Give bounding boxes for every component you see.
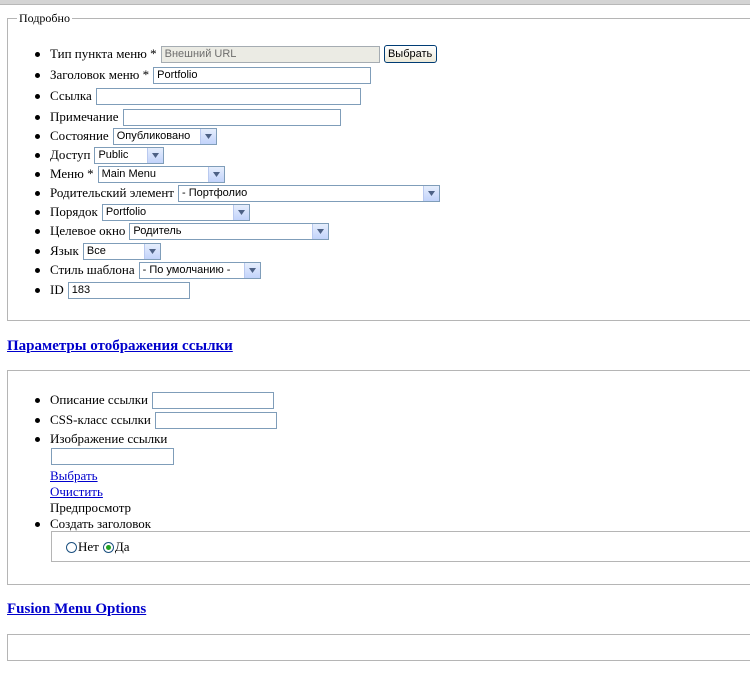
link-description-row: Описание ссылки (35, 391, 274, 409)
menu-select[interactable]: Main Menu (97, 165, 225, 183)
radio-options: Нет Да (66, 539, 129, 555)
top-edge (0, 0, 750, 5)
bullet (35, 436, 40, 442)
bullet (35, 209, 40, 215)
id-row: ID 183 (35, 281, 190, 299)
order-select-value: Portfolio (105, 206, 147, 218)
link-options-heading[interactable]: Параметры отображения ссылки (7, 338, 233, 355)
id-label: ID (50, 282, 64, 297)
target-label: Целевое окно (50, 223, 126, 238)
preview-label: Предпросмотр (50, 500, 132, 515)
bullet (35, 171, 40, 177)
language-label: Язык (50, 243, 79, 258)
link-description-input[interactable] (151, 391, 274, 409)
menu-item-type-row: Тип пункта меню * Внешний URL Выбрать (35, 45, 437, 63)
menu-title-input[interactable]: Portfolio (153, 66, 372, 84)
access-select[interactable]: Public (94, 146, 165, 164)
radio-no-label: Нет (78, 539, 99, 554)
link-css-row: CSS-класс ссылки (35, 411, 277, 429)
bullet (35, 72, 40, 78)
chevron-down-icon (312, 223, 329, 239)
radio-yes[interactable] (102, 541, 114, 553)
bullet (35, 114, 40, 120)
language-select[interactable]: Все (82, 242, 161, 260)
language-row: Язык Все (35, 242, 161, 260)
bullet (35, 51, 40, 57)
access-row: Доступ Public (35, 146, 165, 164)
bullet (35, 397, 40, 403)
target-row: Целевое окно Родитель (35, 222, 330, 240)
template-style-select-value: - По умолчанию - (142, 264, 231, 276)
link-description-label: Описание ссылки (50, 392, 148, 407)
note-input[interactable] (122, 108, 341, 126)
parent-row: Родительский элемент - Портфолио (35, 184, 440, 202)
note-label: Примечание (50, 109, 119, 124)
order-row: Порядок Portfolio (35, 203, 250, 221)
template-style-row: Стиль шаблона - По умолчанию - (35, 261, 261, 279)
create-title-radio-group (51, 531, 750, 562)
bullet (35, 521, 40, 527)
radio-yes-label: Да (114, 539, 130, 554)
bullet (35, 152, 40, 158)
menu-title-label: Заголовок меню * (50, 67, 150, 82)
order-select[interactable]: Portfolio (101, 203, 250, 221)
clear-image-link[interactable]: Очистить (50, 484, 103, 500)
bullet (35, 133, 40, 139)
bullet (35, 228, 40, 234)
bullet (35, 190, 40, 196)
bullet (35, 248, 40, 254)
state-select-value: Опубликовано (116, 130, 191, 142)
link-image-row: Изображение ссылки (35, 430, 171, 448)
bullet (35, 287, 40, 293)
link-css-label: CSS-класс ссылки (50, 412, 151, 427)
link-input[interactable] (95, 87, 361, 105)
state-select[interactable]: Опубликовано (112, 127, 217, 145)
create-title-label: Создать заголовок (50, 516, 152, 531)
bullet (35, 267, 40, 273)
id-field[interactable]: 183 (67, 281, 190, 299)
access-label: Доступ (50, 147, 91, 162)
template-style-select[interactable]: - По умолчанию - (138, 261, 261, 279)
radio-selected-dot (105, 544, 111, 550)
menu-label: Меню * (50, 166, 94, 181)
fusion-options-fieldset (7, 634, 750, 661)
language-select-value: Все (86, 245, 106, 257)
chevron-down-icon (422, 185, 439, 201)
details-legend: Подробно (17, 11, 72, 26)
target-select[interactable]: Родитель (129, 222, 330, 240)
menu-row: Меню * Main Menu (35, 165, 225, 183)
select-image-link[interactable]: Выбрать (50, 468, 98, 484)
fusion-options-heading[interactable]: Fusion Menu Options (7, 601, 146, 618)
chevron-down-icon (143, 243, 160, 259)
link-row: Ссылка (35, 87, 361, 105)
chevron-down-icon (147, 147, 164, 163)
link-label: Ссылка (50, 88, 92, 103)
parent-select[interactable]: - Портфолио (177, 184, 440, 202)
state-label: Состояние (50, 128, 109, 143)
menu-select-value: Main Menu (101, 168, 156, 180)
link-image-label: Изображение ссылки (50, 431, 168, 446)
parent-select-value: - Портфолио (181, 187, 248, 199)
target-select-value: Родитель (133, 225, 182, 237)
link-css-input[interactable] (154, 411, 277, 429)
link-image-input[interactable] (51, 448, 174, 465)
select-type-button[interactable]: Выбрать (383, 45, 437, 63)
order-label: Порядок (50, 204, 98, 219)
chevron-down-icon (199, 128, 216, 144)
chevron-down-icon (243, 262, 260, 278)
menu-title-row: Заголовок меню * Portfolio (35, 66, 372, 84)
parent-label: Родительский элемент (50, 185, 174, 200)
template-style-label: Стиль шаблона (50, 262, 135, 277)
access-select-value: Public (98, 149, 129, 161)
chevron-down-icon (207, 166, 224, 182)
menu-item-type-field: Внешний URL (160, 45, 380, 63)
note-row: Примечание (35, 108, 341, 126)
menu-item-type-label: Тип пункта меню * (50, 46, 157, 61)
bullet (35, 93, 40, 99)
radio-no[interactable] (66, 541, 77, 553)
state-row: Состояние Опубликовано (35, 127, 217, 145)
chevron-down-icon (232, 204, 249, 220)
bullet (35, 417, 40, 423)
